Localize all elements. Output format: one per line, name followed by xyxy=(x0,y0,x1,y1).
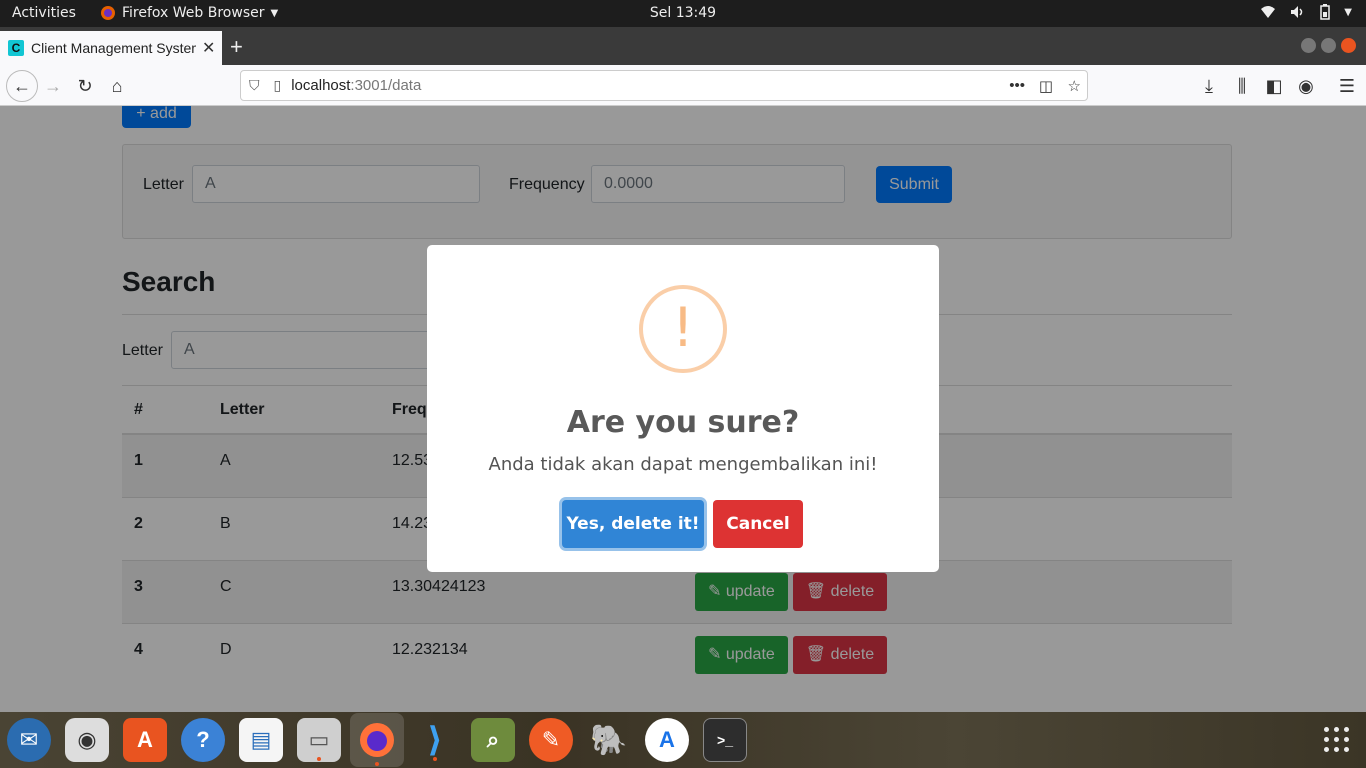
tab-client-management[interactable]: C Client Management System ✕ xyxy=(0,31,222,65)
help-icon[interactable]: ? xyxy=(181,718,225,762)
page-icon[interactable]: ▯ xyxy=(274,77,282,94)
terminal-icon[interactable]: >_ xyxy=(703,718,747,762)
software-center-icon[interactable]: A xyxy=(123,718,167,762)
firefox-icon xyxy=(360,723,394,757)
gnome-top-bar: Activities Firefox Web Browser ▼ Sel 13:… xyxy=(0,0,1366,27)
wifi-icon xyxy=(1261,6,1276,18)
confirm-dialog: ! Are you sure? Anda tidak akan dapat me… xyxy=(427,245,939,572)
dialog-message: Anda tidak akan dapat mengembalikan ini! xyxy=(488,454,878,475)
url-host: localhost xyxy=(291,77,351,94)
ubuntu-dock: ✉ ◉ A ? ▤ ▭ ⟩ ⌕ ✎ 🐘 A >_ xyxy=(0,712,1366,768)
postgresql-icon[interactable]: 🐘 xyxy=(587,718,631,762)
activities-button[interactable]: Activities xyxy=(12,5,76,21)
page-actions-icon[interactable]: ••• xyxy=(1009,77,1025,94)
clock[interactable]: Sel 13:49 xyxy=(650,5,716,21)
volume-icon xyxy=(1291,6,1303,18)
menu-icon[interactable]: ☰ xyxy=(1334,73,1360,99)
chevron-down-icon: ▼ xyxy=(1344,6,1352,18)
back-arrow-icon[interactable]: ← xyxy=(6,70,38,102)
postman-icon[interactable]: ✎ xyxy=(529,718,573,762)
navigation-toolbar: ← → ↻ ⌂ ⛉ ▯ localhost:3001/data ••• ◫ ☆ … xyxy=(0,65,1366,106)
new-tab-icon[interactable]: + xyxy=(230,34,243,60)
url-bar[interactable]: ⛉ ▯ localhost:3001/data ••• ◫ ☆ xyxy=(240,70,1088,101)
chevron-down-icon: ▼ xyxy=(270,7,279,19)
tab-title: Client Management System xyxy=(31,40,196,56)
thunderbird-icon[interactable]: ✉ xyxy=(7,718,51,762)
home-icon[interactable]: ⌂ xyxy=(104,73,130,99)
window-controls xyxy=(1301,38,1356,53)
account-icon[interactable]: ◉ xyxy=(1293,73,1319,99)
firefox-icon xyxy=(101,6,115,20)
cancel-button[interactable]: Cancel xyxy=(713,500,803,548)
vscode-icon[interactable]: ⟩ xyxy=(413,718,457,762)
maximize-window-button[interactable] xyxy=(1321,38,1336,53)
close-window-button[interactable] xyxy=(1341,38,1356,53)
site-favicon-icon: C xyxy=(8,40,24,56)
shield-icon[interactable]: ⛉ xyxy=(249,77,260,94)
warning-icon: ! xyxy=(639,285,727,373)
tab-strip: C Client Management System ✕ + xyxy=(0,27,1366,65)
url-path: :3001/data xyxy=(350,77,422,94)
dialog-title: Are you sure? xyxy=(566,405,800,440)
pocket-icon[interactable]: ◫ xyxy=(1039,77,1053,95)
sidebar-icon[interactable]: ◧ xyxy=(1261,73,1287,99)
app-menu-label: Firefox Web Browser xyxy=(122,5,265,21)
downloads-icon[interactable]: ⤓ xyxy=(1196,73,1222,99)
reload-icon[interactable]: ↻ xyxy=(72,73,98,99)
image-viewer-icon[interactable]: ⌕ xyxy=(471,718,515,762)
writer-icon[interactable]: ▤ xyxy=(239,718,283,762)
files-icon[interactable]: ▭ xyxy=(297,718,341,762)
battery-icon xyxy=(1320,4,1331,20)
show-applications-icon[interactable] xyxy=(1324,727,1350,753)
confirm-delete-button[interactable]: Yes, delete it! xyxy=(562,500,704,548)
system-tray[interactable]: ▼ xyxy=(1260,4,1352,20)
firefox-dock-icon[interactable] xyxy=(350,713,404,767)
bookmark-star-icon[interactable]: ☆ xyxy=(1068,77,1081,95)
close-tab-icon[interactable]: ✕ xyxy=(202,38,215,58)
app-menu[interactable]: Firefox Web Browser ▼ xyxy=(100,5,278,21)
forward-arrow-icon[interactable]: → xyxy=(40,73,66,99)
minimize-window-button[interactable] xyxy=(1301,38,1316,53)
rhythmbox-icon[interactable]: ◉ xyxy=(65,718,109,762)
library-icon[interactable]: ⫼ xyxy=(1229,73,1255,99)
android-studio-icon[interactable]: A xyxy=(645,718,689,762)
